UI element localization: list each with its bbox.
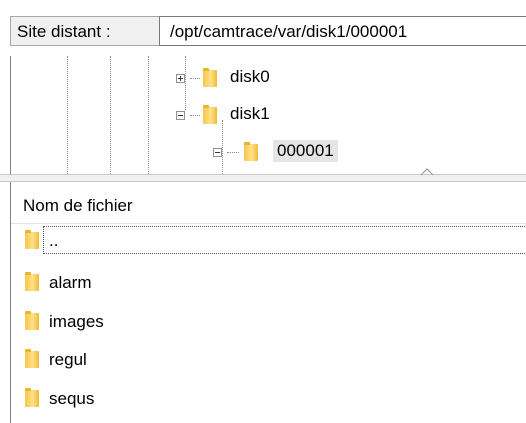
tree-guide-line xyxy=(148,56,149,174)
column-header-filename[interactable]: Nom de fichier xyxy=(11,182,526,224)
tree-connector xyxy=(190,115,200,116)
folder-icon xyxy=(25,230,39,249)
tree-connector xyxy=(190,78,200,79)
remote-site-label: Site distant : xyxy=(10,16,160,46)
remote-file-list[interactable]: Nom de fichier .. alarm images regul seq… xyxy=(10,182,526,423)
minus-box-icon[interactable] xyxy=(213,148,222,157)
file-name: alarm xyxy=(49,273,92,292)
folder-icon xyxy=(25,388,39,407)
file-name: images xyxy=(49,312,104,331)
minus-box-icon[interactable] xyxy=(176,111,185,120)
list-item[interactable]: alarm xyxy=(11,266,526,300)
tree-guide-line xyxy=(185,56,186,110)
focus-rectangle xyxy=(43,226,526,254)
file-name: .. xyxy=(49,231,59,250)
remote-path-field[interactable]: /opt/camtrace/var/disk1/000001 xyxy=(159,16,526,46)
list-item[interactable]: sequs xyxy=(11,382,526,416)
file-name: sequs xyxy=(49,389,95,408)
tree-item-disk1[interactable]: disk1 xyxy=(230,104,270,124)
folder-icon xyxy=(25,272,39,291)
remote-site-bar: Site distant : /opt/camtrace/var/disk1/0… xyxy=(0,0,526,56)
pane-splitter[interactable] xyxy=(0,168,526,182)
file-name: regul xyxy=(49,350,87,369)
plus-box-icon[interactable] xyxy=(176,74,185,83)
list-item[interactable]: images xyxy=(11,305,526,339)
remote-directory-tree[interactable]: disk0 disk1 000001 xyxy=(10,56,526,174)
tree-guide-line xyxy=(222,120,223,174)
sort-ascending-icon xyxy=(420,168,434,176)
folder-icon xyxy=(203,68,217,87)
tree-connector xyxy=(227,152,239,153)
tree-guide-line xyxy=(110,56,111,174)
folder-icon xyxy=(25,311,39,330)
list-item[interactable]: regul xyxy=(11,343,526,377)
folder-icon xyxy=(203,105,217,124)
tree-item-disk0[interactable]: disk0 xyxy=(230,67,270,87)
tree-item-000001[interactable]: 000001 xyxy=(273,140,338,162)
folder-icon xyxy=(25,349,39,368)
tree-guide-line xyxy=(67,56,68,174)
folder-icon xyxy=(244,142,258,161)
list-item[interactable]: .. xyxy=(11,224,526,258)
